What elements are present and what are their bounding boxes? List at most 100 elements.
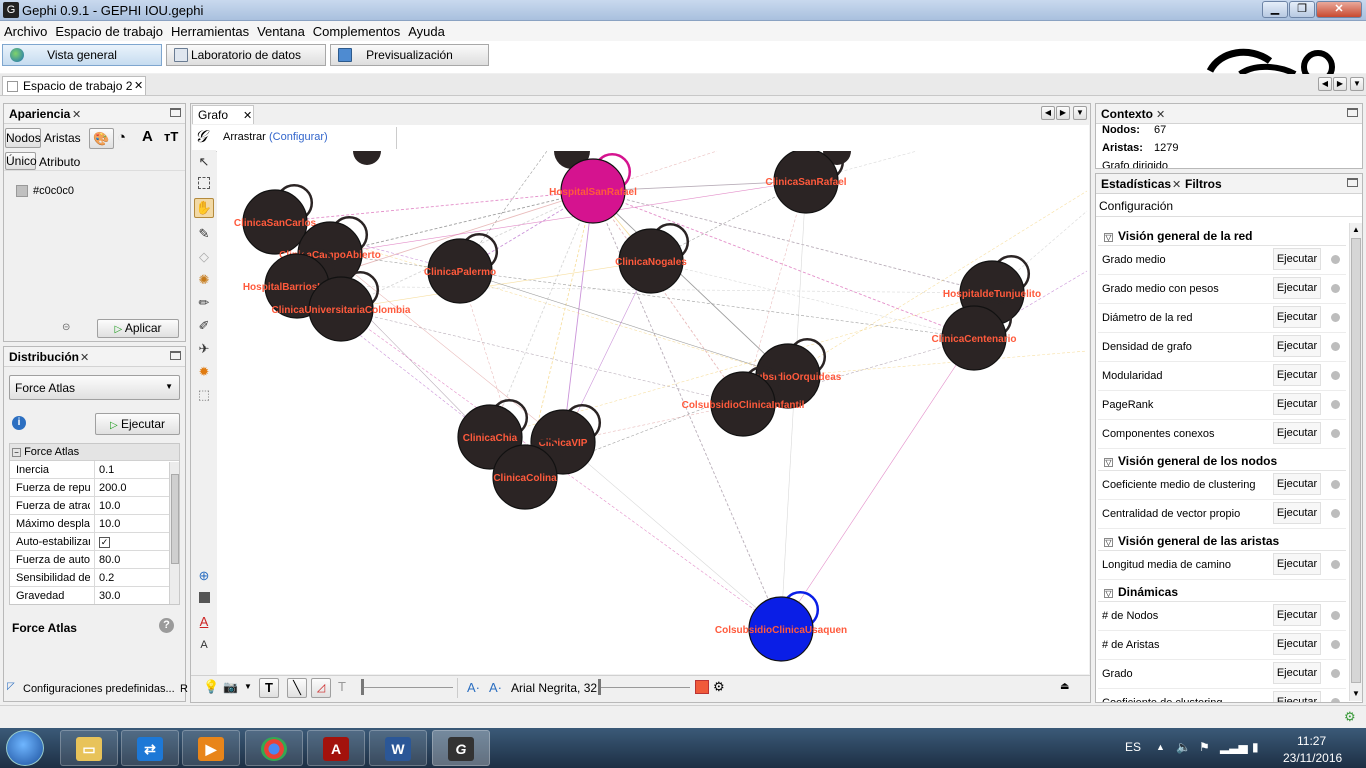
- presets-reset-link[interactable]: R: [180, 683, 188, 695]
- collapse-icon[interactable]: −: [12, 448, 21, 457]
- run-stat-button[interactable]: Ejecutar: [1273, 633, 1321, 655]
- property-value[interactable]: 80.0: [94, 551, 170, 568]
- stat-section[interactable]: ▽ Dinámicas: [1098, 580, 1346, 602]
- font-size-icon[interactable]: A: [196, 637, 212, 653]
- run-stat-button[interactable]: Ejecutar: [1273, 473, 1321, 495]
- slider-thumb[interactable]: [361, 679, 364, 695]
- run-stat-button[interactable]: Ejecutar: [1273, 335, 1321, 357]
- font-color-icon[interactable]: A: [196, 614, 212, 630]
- property-row[interactable]: Inercia 0.1: [10, 461, 179, 479]
- clock-time[interactable]: 11:27: [1297, 734, 1326, 748]
- graph-canvas[interactable]: HospitalSanRafael ClinicaSanRafael Clinica…: [217, 151, 1089, 674]
- workspace-tab[interactable]: Espacio de trabajo 2 ✕: [2, 76, 146, 95]
- scroll-down-icon[interactable]: ▼: [1352, 689, 1360, 698]
- edit-tool-icon[interactable]: ⬚: [196, 387, 212, 403]
- font-icon[interactable]: A·: [467, 680, 480, 695]
- language-indicator[interactable]: ES: [1125, 740, 1141, 754]
- rect-select-tool-icon[interactable]: [198, 177, 210, 189]
- attribute-subtab[interactable]: Atributo: [39, 155, 80, 169]
- run-stat-button[interactable]: Ejecutar: [1273, 691, 1321, 702]
- property-row[interactable]: Máximo despla: 10.0: [10, 515, 179, 533]
- shortest-path-tool-icon[interactable]: ✈: [196, 341, 212, 357]
- close-appearance-icon[interactable]: ✕: [72, 108, 81, 121]
- property-row[interactable]: Gravedad 30.0: [10, 587, 179, 604]
- label-size-icon[interactable]: тT: [164, 129, 178, 144]
- font-scale-icon[interactable]: A·: [489, 680, 502, 695]
- run-stat-button[interactable]: Ejecutar: [1273, 306, 1321, 328]
- mode-data-lab-button[interactable]: Laboratorio de datos: [166, 44, 326, 66]
- minimize-context-icon[interactable]: [1347, 108, 1358, 117]
- apply-button[interactable]: ▷ Aplicar: [97, 319, 179, 338]
- label-color-swatch[interactable]: [695, 680, 709, 694]
- scrollbar-thumb[interactable]: [171, 474, 179, 564]
- screenshot-icon[interactable]: 📷: [223, 680, 238, 694]
- scroll-up-icon[interactable]: ▲: [1352, 225, 1360, 234]
- link-icon[interactable]: ⊝: [62, 322, 70, 333]
- pointer-tool-icon[interactable]: ↖: [196, 154, 212, 170]
- lightbulb-icon[interactable]: 💡: [203, 679, 219, 695]
- tab-list-button[interactable]: ▼: [1350, 77, 1364, 91]
- taskbar-chrome[interactable]: [245, 730, 303, 766]
- minimize-layout-icon[interactable]: [170, 351, 181, 360]
- property-value[interactable]: 30.0: [94, 587, 170, 604]
- close-statistics-icon[interactable]: ✕: [1172, 178, 1181, 191]
- chevron-down-icon[interactable]: ▼: [244, 682, 252, 691]
- graph-scroll-right-button[interactable]: ▶: [1056, 106, 1070, 120]
- font-label[interactable]: Arial Negrita, 32: [511, 681, 597, 695]
- stat-section[interactable]: ▽ Visión general de los nodos: [1098, 449, 1346, 471]
- graph-tab[interactable]: Grafo ✕: [192, 105, 254, 124]
- auto-stabilize-checkbox[interactable]: ✓: [94, 533, 170, 550]
- close-graph-tab-icon[interactable]: ✕: [243, 109, 252, 122]
- flag-icon[interactable]: ⚑: [1199, 740, 1210, 754]
- edge-color-toggle[interactable]: ◿: [311, 678, 331, 698]
- scrollbar-thumb[interactable]: [1351, 238, 1361, 683]
- maximize-window-button[interactable]: ❐: [1289, 1, 1315, 18]
- property-row[interactable]: Fuerza de repu 200.0: [10, 479, 179, 497]
- property-row[interactable]: Fuerza de auto 80.0: [10, 551, 179, 569]
- presets-link[interactable]: Configuraciones predefinidas...: [23, 683, 175, 695]
- edges-tab[interactable]: Aristas: [44, 131, 81, 145]
- mode-preview-button[interactable]: Previsualización: [330, 44, 489, 66]
- stat-section[interactable]: ▽ Visión general de las aristas: [1098, 529, 1346, 551]
- taskbar-teamviewer[interactable]: ⇄: [121, 730, 179, 766]
- label-color-icon[interactable]: A: [142, 128, 153, 145]
- pencil-tool-icon[interactable]: ✏: [196, 295, 212, 311]
- stat-section[interactable]: ▽ Visión general de la red: [1098, 224, 1346, 246]
- battery-icon[interactable]: ▮: [1252, 740, 1259, 754]
- heat-tool-icon[interactable]: ✺: [196, 272, 212, 288]
- network-icon[interactable]: ▂▃▅: [1220, 740, 1248, 754]
- show-hidden-icons-icon[interactable]: ▲: [1156, 742, 1165, 752]
- menu-herramientas[interactable]: Herramientas: [167, 21, 253, 39]
- property-row[interactable]: Fuerza de atrac 10.0: [10, 497, 179, 515]
- mode-overview-button[interactable]: Vista general: [2, 44, 162, 66]
- property-value[interactable]: 10.0: [94, 515, 170, 532]
- label-settings-icon[interactable]: ⚙: [713, 679, 725, 695]
- run-stat-button[interactable]: Ejecutar: [1273, 364, 1321, 386]
- close-context-icon[interactable]: ✕: [1156, 108, 1165, 121]
- unique-subtab[interactable]: Único: [5, 152, 37, 170]
- minimize-appearance-icon[interactable]: [170, 108, 181, 117]
- property-value[interactable]: 10.0: [94, 497, 170, 514]
- run-stat-button[interactable]: Ejecutar: [1273, 422, 1321, 444]
- taskbar-explorer[interactable]: ▭: [60, 730, 118, 766]
- settings-tool-icon[interactable]: ✹: [196, 364, 212, 380]
- menu-complementos[interactable]: Complementos: [309, 21, 404, 39]
- taskbar-word[interactable]: W: [369, 730, 427, 766]
- run-layout-button[interactable]: ▷ Ejecutar: [95, 413, 180, 435]
- statistics-scrollbar[interactable]: ▲ ▼: [1349, 223, 1362, 701]
- menu-ayuda[interactable]: Ayuda: [404, 21, 449, 39]
- collapse-toolbar-icon[interactable]: ⏏: [1060, 681, 1069, 692]
- size-icon[interactable]: ◔: [117, 129, 126, 146]
- filters-tab[interactable]: Filtros: [1185, 177, 1222, 191]
- info-icon[interactable]: i: [12, 416, 26, 430]
- taskbar-media-player[interactable]: ▶: [182, 730, 240, 766]
- property-value[interactable]: 0.2: [94, 569, 170, 586]
- taskbar-acrobat[interactable]: A: [307, 730, 365, 766]
- run-stat-button[interactable]: Ejecutar: [1273, 662, 1321, 684]
- graph-node[interactable]: ColsubsidioClinicaUsaquen: [715, 590, 847, 662]
- scroll-tabs-left-button[interactable]: ◀: [1318, 77, 1332, 91]
- property-row[interactable]: Auto-estabilizar ✓: [10, 533, 179, 551]
- property-value[interactable]: 0.1: [94, 461, 170, 478]
- memory-status-icon[interactable]: ⚙: [1344, 709, 1356, 725]
- layout-algorithm-select[interactable]: Force Atlas ▼: [9, 375, 180, 400]
